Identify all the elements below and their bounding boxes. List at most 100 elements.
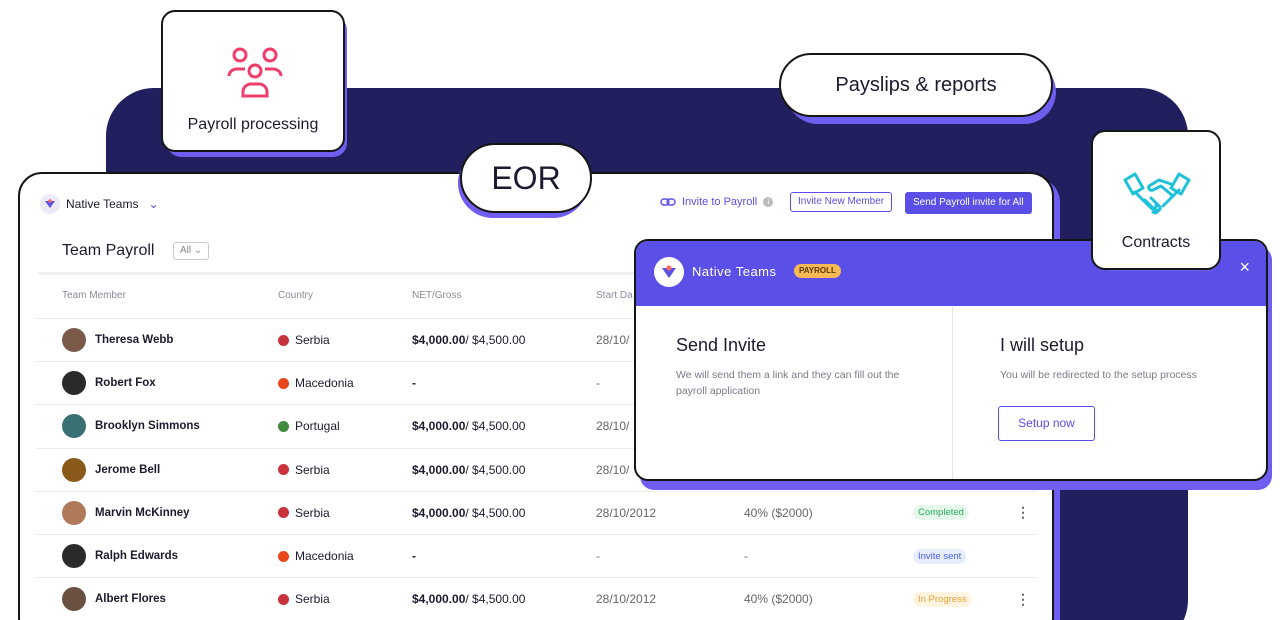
handshake-icon	[1123, 172, 1191, 215]
flag-icon	[278, 507, 289, 519]
member-name: Robert Fox	[95, 377, 156, 390]
payroll-processing-card: Payroll processing	[161, 10, 345, 152]
pill-label: EOR	[491, 159, 561, 196]
country-cell: Serbia	[278, 449, 330, 491]
flag-icon	[278, 377, 289, 389]
member-name: Albert Flores	[95, 593, 166, 606]
eor-pill: EOR	[460, 143, 592, 213]
filter-select[interactable]: All ⌄	[173, 242, 210, 260]
invite-new-member-button[interactable]: Invite New Member	[790, 192, 893, 212]
avatar	[62, 544, 86, 569]
net-gross-cell: $4,000.00 / $4,500.00	[412, 319, 525, 361]
modal-brand: Native Teams	[692, 264, 777, 279]
country-cell: Serbia	[278, 492, 330, 534]
gross-value: / $4,500.00	[465, 592, 526, 607]
send-invite-title[interactable]: Send Invite	[676, 335, 766, 356]
payroll-tag: PAYROLL	[794, 264, 841, 278]
invite-modal: Native Teams PAYROLL × Send Invite We wi…	[634, 239, 1268, 481]
country-cell: Serbia	[278, 319, 330, 361]
divider	[952, 306, 953, 479]
column-header: Start Da	[596, 290, 633, 301]
net-gross-cell: -	[412, 362, 416, 404]
avatar	[62, 328, 86, 353]
net-value: $4,000.00	[412, 592, 466, 607]
link-icon	[660, 198, 676, 206]
chevron-down-icon: ⌄	[193, 245, 203, 256]
avatar	[62, 371, 86, 396]
contracts-card: Contracts	[1091, 130, 1221, 270]
start-date-cell: 28/10/	[596, 333, 630, 348]
invite-to-payroll-link[interactable]: Invite to Payroll i	[660, 196, 774, 208]
avatar	[62, 500, 86, 525]
net-value: $4,000.00	[412, 505, 466, 520]
net-gross-cell: $4,000.00 / $4,500.00	[412, 492, 525, 534]
avatar	[62, 414, 86, 439]
net-value: $4,000.00	[412, 419, 466, 434]
flag-icon	[278, 334, 289, 346]
member-name: Ralph Edwards	[95, 550, 179, 563]
net-value: $4,000.00	[412, 462, 466, 477]
start-date-cell: 28/10/	[596, 462, 630, 477]
status-cell: In Progress	[913, 578, 972, 620]
member-cell: Jerome Bell	[62, 449, 160, 491]
more-options-icon[interactable]: ⋮	[1016, 492, 1030, 534]
table-row[interactable]: Albert Flores Serbia $4,000.00 / $4,500.00…	[36, 577, 1036, 620]
member-cell: Ralph Edwards	[62, 535, 178, 577]
member-cell: Marvin McKinney	[62, 492, 190, 534]
filter-value: All	[180, 245, 192, 256]
country-name: Serbia	[295, 505, 330, 520]
member-name: Marvin McKinney	[95, 506, 190, 519]
team-icon	[227, 47, 283, 98]
column-header: Country	[278, 290, 314, 301]
member-cell: Robert Fox	[62, 362, 156, 404]
percentage-cell: 40% ($2000)	[744, 505, 813, 520]
net-gross-cell: $4,000.00 / $4,500.00	[412, 578, 525, 620]
org-name: Native Teams	[66, 197, 139, 211]
country-cell: Serbia	[278, 578, 330, 620]
send-payroll-invite-all-button[interactable]: Send Payroll invite for All	[905, 192, 1032, 214]
flag-icon	[278, 550, 289, 562]
percentage-cell: 40% ($2000)	[744, 592, 813, 607]
info-icon[interactable]: i	[763, 197, 774, 207]
gross-value: / $4,500.00	[465, 462, 526, 477]
more-options-icon[interactable]: ⋮	[1016, 578, 1030, 620]
country-name: Macedonia	[295, 376, 354, 391]
start-date-cell: 28/10/2012	[596, 592, 657, 607]
net-gross-cell: -	[412, 535, 416, 577]
net-gross-cell: $4,000.00 / $4,500.00	[412, 449, 525, 491]
close-icon[interactable]: ×	[1239, 257, 1250, 278]
column-header: NET/Gross	[412, 290, 462, 301]
member-cell: Brooklyn Simmons	[62, 405, 200, 447]
country-name: Macedonia	[295, 549, 354, 564]
country-name: Serbia	[295, 333, 330, 348]
setup-title[interactable]: I will setup	[1000, 335, 1084, 356]
gross-value: / $4,500.00	[465, 419, 526, 434]
member-cell: Albert Flores	[62, 578, 166, 620]
net-value: -	[412, 549, 416, 564]
page-title: Team Payroll	[62, 242, 155, 259]
member-name: Brooklyn Simmons	[95, 420, 200, 433]
status-badge: Invite sent	[913, 548, 967, 564]
gross-value: / $4,500.00	[465, 333, 526, 348]
native-teams-logo-icon	[654, 257, 684, 287]
invite-to-payroll-label: Invite to Payroll	[682, 196, 758, 208]
net-value: $4,000.00	[412, 333, 466, 348]
table-row[interactable]: Marvin McKinney Serbia $4,000.00 / $4,500.…	[36, 490, 1036, 534]
net-value: -	[412, 376, 416, 391]
status-badge: In Progress	[913, 591, 972, 607]
start-date-cell: -	[596, 376, 600, 391]
org-switcher[interactable]: Native Teams ⌄	[40, 194, 159, 214]
member-name: Jerome Bell	[95, 463, 161, 476]
column-header: Team Member	[62, 290, 126, 301]
card-label: Payroll processing	[187, 116, 319, 133]
start-date-cell: -	[596, 549, 600, 564]
card-label: Contracts	[1121, 234, 1191, 251]
avatar	[62, 587, 86, 612]
flag-icon	[278, 464, 289, 476]
member-cell: Theresa Webb	[62, 319, 173, 361]
flag-icon	[278, 593, 289, 605]
status-cell: Completed	[913, 492, 969, 534]
setup-now-button[interactable]: Setup now	[998, 406, 1095, 441]
table-row[interactable]: Ralph Edwards Macedonia - - - Invite sent	[36, 533, 1036, 577]
country-cell: Macedonia	[278, 362, 354, 404]
